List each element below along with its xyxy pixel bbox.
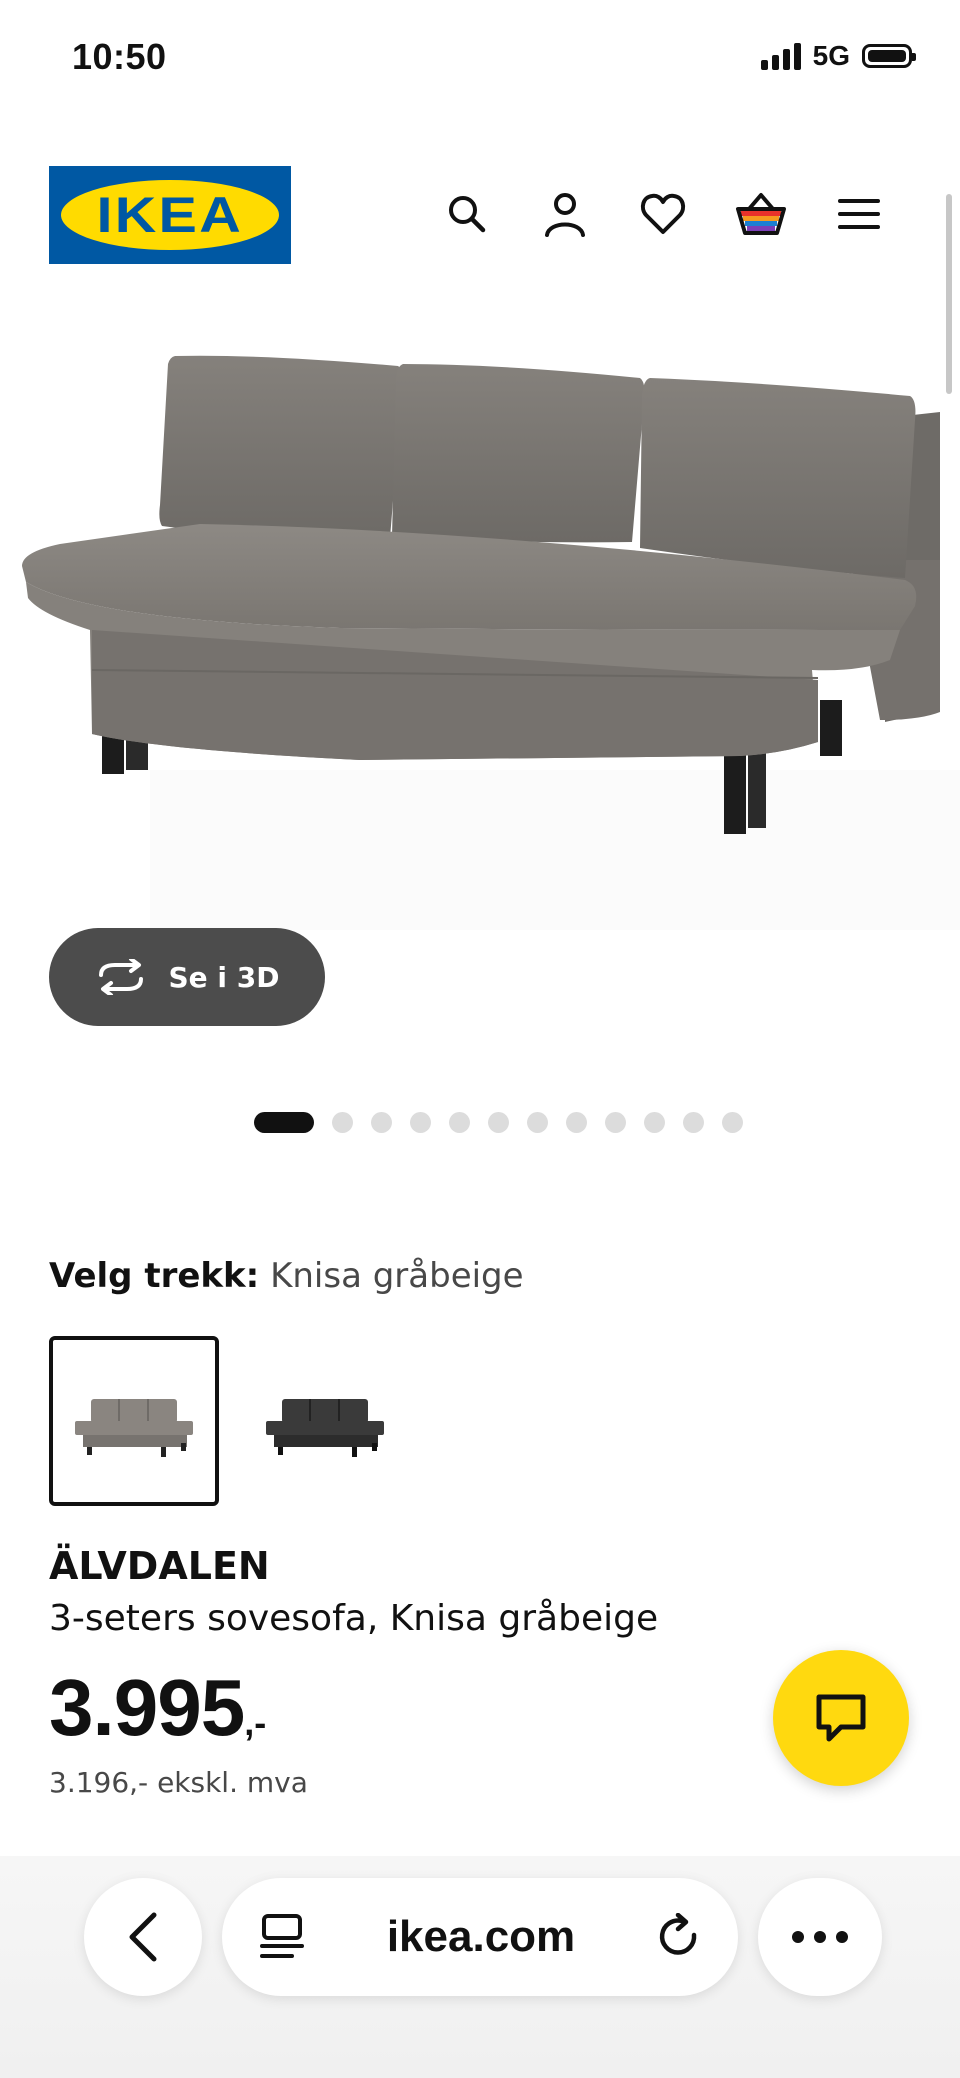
carousel-dot[interactable] xyxy=(332,1112,353,1133)
chat-icon xyxy=(816,1694,866,1742)
browser-back-button[interactable] xyxy=(84,1878,202,1996)
search-icon[interactable] xyxy=(438,188,496,240)
chevron-left-icon xyxy=(129,1912,157,1962)
heart-icon[interactable] xyxy=(634,188,692,240)
browser-toolbar: ikea.com xyxy=(0,1856,960,2078)
reader-tabs-icon[interactable] xyxy=(258,1912,306,1962)
signal-icon xyxy=(760,42,801,70)
carousel-dot[interactable] xyxy=(566,1112,587,1133)
url-text: ikea.com xyxy=(386,1912,576,1961)
carousel-dot[interactable] xyxy=(371,1112,392,1133)
carousel-dot[interactable] xyxy=(449,1112,470,1133)
price-suffix: ,- xyxy=(244,1702,267,1743)
product-name: ÄLVDALEN xyxy=(49,1544,270,1588)
rotate-3d-icon xyxy=(98,959,143,995)
logo-text: IKEA xyxy=(96,187,244,243)
header-nav xyxy=(438,188,888,240)
browser-more-button[interactable] xyxy=(758,1878,882,1996)
variant-swatch-grey-beige[interactable] xyxy=(49,1336,219,1506)
variant-swatch-dark-grey[interactable] xyxy=(240,1336,410,1506)
cover-value: Knisa gråbeige xyxy=(270,1256,524,1296)
carousel-dot[interactable] xyxy=(527,1112,548,1133)
menu-icon[interactable] xyxy=(830,188,888,240)
carousel-dot-active[interactable] xyxy=(254,1112,314,1133)
status-indicators: 5G xyxy=(760,40,916,72)
price-ex-vat: 3.196,- ekskl. mva xyxy=(49,1766,308,1799)
view-in-3d-label: Se i 3D xyxy=(168,960,280,994)
carousel-dot[interactable] xyxy=(683,1112,704,1133)
image-carousel-indicator xyxy=(254,1112,743,1133)
address-bar[interactable]: ikea.com xyxy=(222,1878,738,1996)
account-icon[interactable] xyxy=(536,188,594,240)
status-time: 10:50 xyxy=(72,36,167,77)
chat-button[interactable] xyxy=(773,1650,909,1786)
carousel-dot[interactable] xyxy=(488,1112,509,1133)
cover-label: Velg trekk: xyxy=(49,1256,260,1296)
cover-selector-heading: Velg trekk: Knisa gråbeige xyxy=(49,1256,524,1296)
reload-icon[interactable] xyxy=(656,1913,702,1961)
ikea-logo[interactable]: IKEA xyxy=(49,166,291,264)
product-description: 3-seters sovesofa, Knisa gråbeige xyxy=(49,1598,659,1639)
basket-icon[interactable] xyxy=(732,188,790,240)
product-image[interactable] xyxy=(0,330,960,930)
view-in-3d-button[interactable]: Se i 3D xyxy=(49,928,325,1026)
battery-icon xyxy=(862,44,916,68)
network-type: 5G xyxy=(812,40,850,71)
carousel-dot[interactable] xyxy=(722,1112,743,1133)
product-price: 3.995,- xyxy=(49,1662,266,1754)
carousel-dot[interactable] xyxy=(644,1112,665,1133)
price-amount: 3.995 xyxy=(49,1663,245,1752)
more-dots-icon xyxy=(792,1931,848,1943)
carousel-dot[interactable] xyxy=(605,1112,626,1133)
carousel-dot[interactable] xyxy=(410,1112,431,1133)
